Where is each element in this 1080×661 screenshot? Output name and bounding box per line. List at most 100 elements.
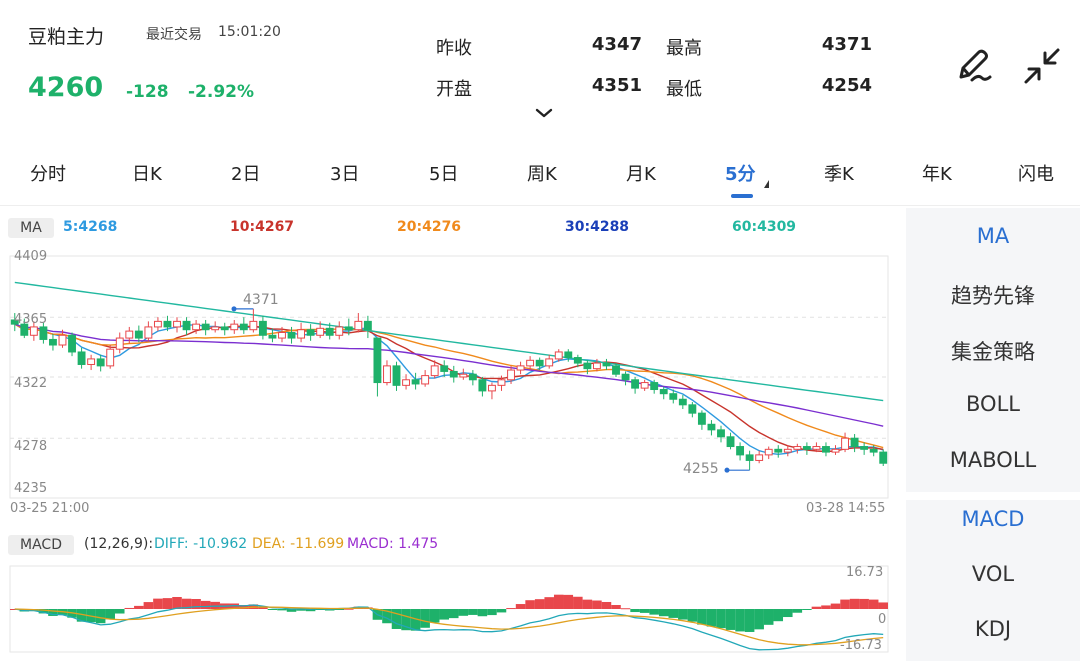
indicator-trend-pioneer[interactable]: 趋势先锋 xyxy=(906,280,1080,310)
macd-bar xyxy=(573,596,583,609)
tab-flash[interactable]: 闪电 xyxy=(1018,160,1054,186)
macd-bar xyxy=(687,609,698,622)
candle xyxy=(211,321,220,333)
macd-bar xyxy=(639,609,650,613)
indicator-jijin-strategy[interactable]: 集金策略 xyxy=(906,336,1080,366)
macd-y-tick: -16.73 xyxy=(840,638,882,653)
tab-2day[interactable]: 2日 xyxy=(231,160,260,186)
tab-3day[interactable]: 3日 xyxy=(330,160,359,186)
candle-body xyxy=(554,351,563,360)
indicator-boll[interactable]: BOLL xyxy=(906,392,1080,416)
last-price: 4260 xyxy=(28,72,104,103)
prev-close-value: 4347 xyxy=(591,34,642,55)
tab-5min[interactable]: 5分 xyxy=(725,160,756,186)
macd-bar xyxy=(143,602,154,609)
candle-body xyxy=(354,320,363,331)
candle-body xyxy=(383,365,391,384)
candle xyxy=(335,321,344,340)
candle xyxy=(678,395,687,409)
macd-bar xyxy=(697,609,707,625)
candle xyxy=(459,368,468,380)
candle xyxy=(173,317,181,333)
tab-daily-k[interactable]: 日K xyxy=(132,160,162,186)
candle-body xyxy=(507,369,515,381)
tab-quarterly-k[interactable]: 季K xyxy=(824,160,854,186)
macd-chart[interactable] xyxy=(0,560,906,660)
tab-dropdown-icon[interactable] xyxy=(764,180,769,188)
candle-body xyxy=(621,373,630,381)
candle-body xyxy=(39,326,48,340)
macd-bar xyxy=(773,609,784,622)
low-marker-label: 4255 xyxy=(683,461,719,477)
macd-bar xyxy=(725,609,736,630)
ma5-value: 5:4268 xyxy=(63,219,118,235)
instrument-name[interactable]: 豆粕主力 xyxy=(28,22,104,49)
candlestick-chart[interactable] xyxy=(0,242,906,532)
collapse-icon[interactable] xyxy=(1020,44,1064,88)
candle-body xyxy=(115,337,124,350)
macd-bar xyxy=(563,594,574,609)
candle-body xyxy=(545,358,554,367)
candle-body xyxy=(163,320,172,328)
indicator-vol[interactable]: VOL xyxy=(906,562,1080,586)
ma5-line xyxy=(14,323,884,456)
ma20-value: 20:4276 xyxy=(397,219,462,235)
indicator-kdj[interactable]: KDJ xyxy=(906,617,1080,641)
candle xyxy=(249,308,258,333)
candle-body xyxy=(688,404,697,414)
sidebar-divider xyxy=(906,492,1080,500)
macd-params: (12,26,9): xyxy=(84,536,154,552)
draw-pen-icon[interactable] xyxy=(952,44,996,88)
prev-close-label: 昨收 xyxy=(436,38,472,59)
candle xyxy=(449,365,458,383)
candle xyxy=(106,345,115,369)
tab-monthly-k[interactable]: 月K xyxy=(626,160,656,186)
tab-yearly-k[interactable]: 年K xyxy=(922,160,952,186)
candle xyxy=(802,442,811,455)
candle-body xyxy=(68,334,76,353)
candle-body xyxy=(287,331,296,339)
candle-body xyxy=(755,454,764,461)
high-marker-label: 4371 xyxy=(243,292,279,308)
candle-body xyxy=(612,365,620,375)
macd-bar xyxy=(439,609,449,620)
indicator-macd[interactable]: MACD xyxy=(906,507,1080,531)
tab-5day[interactable]: 5日 xyxy=(429,160,458,186)
candle xyxy=(87,354,96,371)
ma-indicator-badge[interactable]: MA xyxy=(8,218,54,238)
macd-bar xyxy=(582,599,593,609)
macd-bar xyxy=(391,609,402,629)
candle xyxy=(745,450,754,471)
candle xyxy=(726,432,735,450)
macd-bar xyxy=(95,609,106,624)
candle-body xyxy=(373,337,382,384)
candle-body xyxy=(49,338,57,346)
macd-bar xyxy=(783,609,793,618)
tab-weekly-k[interactable]: 周K xyxy=(527,160,557,186)
macd-bar xyxy=(468,609,478,615)
macd-bar xyxy=(153,598,163,609)
candle-body xyxy=(793,446,802,450)
candle-body xyxy=(764,448,773,456)
macd-bar xyxy=(506,608,516,610)
macd-indicator-badge[interactable]: MACD xyxy=(8,535,74,555)
indicator-maboll[interactable]: MABOLL xyxy=(906,448,1080,472)
y-tick-label: 4365 xyxy=(14,312,48,327)
ma60-value: 60:4309 xyxy=(732,219,797,235)
indicator-ma[interactable]: MA xyxy=(906,224,1080,248)
candle xyxy=(258,315,267,340)
tab-fenshi[interactable]: 分时 xyxy=(30,160,66,186)
candle xyxy=(860,442,869,455)
candle xyxy=(659,386,668,400)
candle xyxy=(478,377,487,397)
candle-body xyxy=(717,429,725,438)
macd-bar xyxy=(200,600,211,609)
candle-body xyxy=(592,362,601,370)
candle-body xyxy=(125,330,134,339)
macd-bar xyxy=(849,598,860,609)
candle-body xyxy=(278,331,286,339)
chevron-down-icon[interactable] xyxy=(534,106,554,120)
candle-body xyxy=(802,446,811,450)
trade-time-label: 最近交易 xyxy=(146,27,202,43)
candle-body xyxy=(134,330,143,339)
